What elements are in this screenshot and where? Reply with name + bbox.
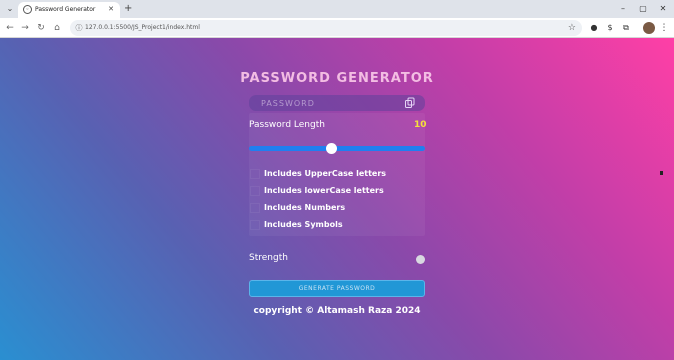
page-title: PASSWORD GENERATOR (240, 71, 434, 86)
strength-indicator (416, 255, 425, 264)
close-tab-icon[interactable]: ✕ (108, 4, 114, 14)
option-uppercase[interactable]: Includes UpperCase letters (249, 168, 425, 180)
symbols-checkbox[interactable] (250, 220, 260, 230)
forward-icon[interactable]: → (18, 21, 32, 35)
mouse-cursor (660, 171, 663, 175)
lowercase-checkbox[interactable] (250, 186, 260, 196)
back-icon[interactable]: ← (3, 21, 17, 35)
password-length-label: Password Length (249, 120, 325, 130)
minimize-icon[interactable]: – (616, 3, 630, 15)
password-input[interactable] (261, 95, 401, 111)
uppercase-label: Includes UpperCase letters (264, 169, 387, 178)
copy-icon[interactable] (404, 97, 416, 109)
tab-search-chevron-icon[interactable]: ⌄ (4, 3, 16, 15)
footer-copyright: copyright © Altamash Raza 2024 (253, 306, 421, 316)
bookmark-star-icon[interactable]: ☆ (568, 22, 576, 34)
numbers-checkbox[interactable] (250, 203, 260, 213)
new-tab-icon[interactable]: + (124, 3, 132, 14)
uppercase-checkbox[interactable] (250, 169, 260, 179)
close-window-icon[interactable]: ✕ (656, 3, 670, 15)
extension-drop-icon[interactable]: ● (588, 21, 600, 35)
site-info-icon[interactable]: ⓘ (74, 22, 84, 32)
strength-label: Strength (249, 253, 288, 263)
globe-icon: ◦ (23, 5, 32, 14)
tab-title: Password Generator (35, 6, 96, 13)
symbols-label: Includes Symbols (264, 220, 343, 229)
browser-toolbar: ← → ↻ ⌂ ⓘ 127.0.0.1:5500/JS_Project1/ind… (0, 18, 674, 38)
option-numbers[interactable]: Includes Numbers (249, 202, 425, 214)
tab-password-generator[interactable]: ◦ Password Generator ✕ (18, 2, 120, 18)
option-lowercase[interactable]: Includes lowerCase letters (249, 185, 425, 197)
password-length-value: 10 (414, 120, 427, 130)
tab-strip: ⌄ ◦ Password Generator ✕ + – ▢ ✕ (0, 0, 674, 18)
extensions-puzzle-icon[interactable]: ⧉ (620, 21, 632, 35)
maximize-icon[interactable]: ▢ (636, 3, 650, 15)
url-text: 127.0.0.1:5500/JS_Project1/index.html (85, 24, 200, 31)
option-symbols[interactable]: Includes Symbols (249, 219, 425, 231)
lowercase-label: Includes lowerCase letters (264, 186, 384, 195)
profile-avatar[interactable] (643, 22, 655, 34)
reload-icon[interactable]: ↻ (34, 21, 48, 35)
generate-password-button[interactable]: GENERATE PASSWORD (249, 280, 425, 297)
home-icon[interactable]: ⌂ (50, 21, 64, 35)
address-bar[interactable]: ⓘ 127.0.0.1:5500/JS_Project1/index.html … (70, 20, 582, 36)
page-viewport: PASSWORD GENERATOR Password Length 10 In… (0, 38, 674, 360)
extension-dollar-icon[interactable]: $ (604, 21, 616, 35)
browser-menu-icon[interactable]: ⋮ (659, 21, 669, 35)
password-display (249, 95, 425, 111)
numbers-label: Includes Numbers (264, 203, 346, 212)
